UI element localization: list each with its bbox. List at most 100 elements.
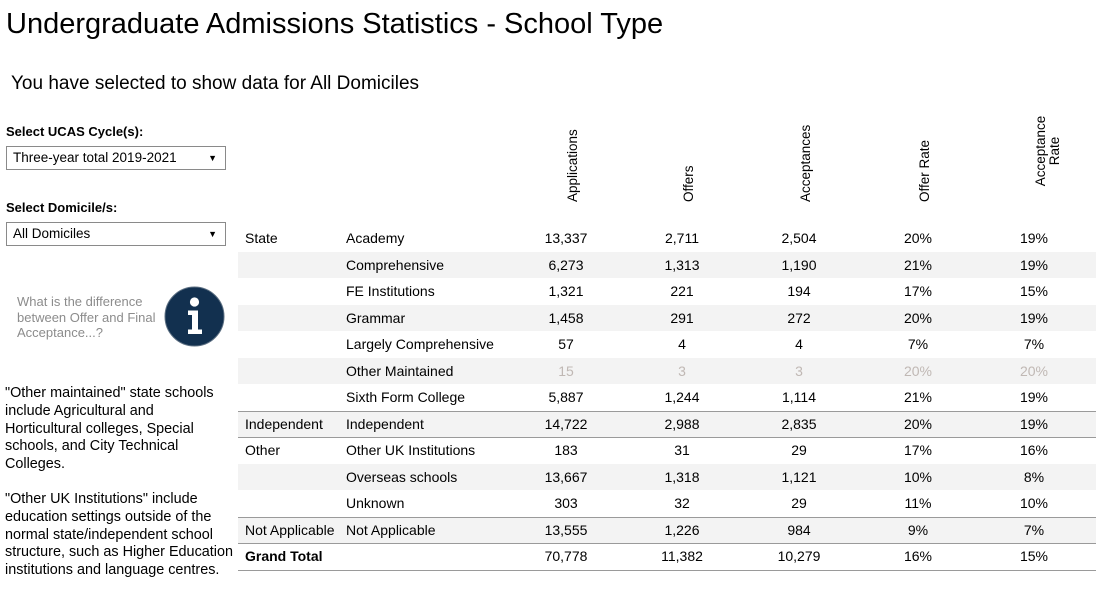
table-row: Overseas schools 13,667 1,318 1,121 10% 8%	[238, 463, 1096, 490]
value-cell-offer-rate: 20%	[903, 415, 933, 432]
page-subtitle: You have selected to show data for All D…	[11, 73, 420, 94]
note-other-uk-institutions: "Other UK Institutions" include educatio…	[5, 491, 233, 579]
group-divider	[238, 517, 1096, 518]
value-cell-acceptance-rate: 10%	[1019, 495, 1049, 511]
table-row: Other Maintained 15 3 3 20% 20%	[238, 357, 1096, 384]
value-cell-acceptance-rate: 19%	[1019, 415, 1049, 432]
value-cell-offers: 2,988	[664, 415, 700, 432]
column-header-applications: Applications	[546, 129, 586, 216]
page-title: Undergraduate Admissions Statistics - Sc…	[6, 8, 664, 40]
value-cell-acceptances: 272	[787, 309, 811, 326]
value-cell-acceptances: 984	[787, 521, 811, 538]
school-type-cell: Independent	[346, 415, 424, 432]
value-cell-offers: 291	[670, 309, 694, 326]
value-cell-offer-rate: 20%	[903, 309, 933, 326]
value-cell-acceptances: 1,190	[781, 256, 817, 273]
column-header-acceptance-rate: Acceptance Rate	[1014, 116, 1062, 216]
value-cell-acceptances: 3	[795, 362, 803, 379]
value-cell-applications: 70,778	[544, 548, 588, 564]
school-type-cell: Grammar	[346, 309, 406, 326]
value-cell-offer-rate: 10%	[903, 468, 933, 485]
value-cell-acceptance-rate: 15%	[1019, 283, 1049, 299]
column-header-label: Offer Rate	[917, 139, 932, 202]
school-group-cell: Grand Total	[245, 548, 323, 564]
table-row: Independent Independent 14,722 2,988 2,835 20…	[238, 410, 1096, 437]
value-cell-acceptances: 1,121	[781, 468, 817, 485]
value-cell-acceptance-rate: 15%	[1019, 548, 1049, 564]
value-cell-offer-rate: 20%	[903, 362, 933, 379]
value-cell-offers: 11,382	[661, 548, 703, 564]
group-divider	[238, 411, 1096, 412]
value-cell-acceptance-rate: 7%	[1023, 336, 1045, 352]
cycle-filter-label: Select UCAS Cycle(s):	[6, 124, 144, 139]
school-type-cell: Comprehensive	[346, 256, 445, 273]
table-row: Sixth Form College 5,887 1,244 1,114 21% 19%	[238, 384, 1096, 411]
value-cell-acceptance-rate: 20%	[1019, 362, 1049, 379]
column-header-label: Acceptance Rate	[1033, 115, 1062, 187]
value-cell-offer-rate: 7%	[907, 336, 929, 352]
value-cell-offer-rate: 21%	[903, 256, 933, 273]
value-cell-offer-rate: 9%	[907, 521, 929, 538]
value-cell-applications: 1,321	[548, 283, 584, 299]
value-cell-applications: 6,273	[548, 256, 584, 273]
school-type-cell: Not Applicable	[346, 521, 436, 538]
value-cell-acceptances: 194	[787, 283, 811, 299]
value-cell-acceptances: 4	[795, 336, 803, 352]
table-row: Largely Comprehensive 57 4 4 7% 7%	[238, 331, 1096, 358]
group-divider	[238, 543, 1096, 544]
value-cell-applications: 5,887	[548, 389, 584, 405]
school-type-cell: Academy	[346, 230, 405, 246]
value-cell-offers: 221	[670, 283, 694, 299]
value-cell-offer-rate: 17%	[903, 283, 933, 299]
school-type-cell: Other UK Institutions	[346, 442, 476, 458]
value-cell-acceptance-rate: 8%	[1023, 468, 1045, 485]
value-cell-offers: 3	[678, 362, 686, 379]
column-header-acceptances: Acceptances	[779, 125, 819, 216]
school-type-cell: Overseas schools	[346, 468, 458, 485]
table-bottom-divider	[238, 570, 1096, 571]
value-cell-applications: 1,458	[548, 309, 584, 326]
value-cell-offers: 1,313	[664, 256, 700, 273]
value-cell-acceptance-rate: 7%	[1023, 521, 1045, 538]
table-row: State Academy 13,337 2,711 2,504 20% 19%	[238, 225, 1096, 252]
domicile-select[interactable]: All Domiciles ▼	[6, 222, 226, 246]
table-row: FE Institutions 1,321 221 194 17% 15%	[238, 278, 1096, 305]
table-row: Unknown 303 32 29 11% 10%	[238, 490, 1096, 517]
value-cell-offers: 1,244	[664, 389, 700, 405]
value-cell-offers: 2,711	[665, 230, 699, 246]
value-cell-acceptance-rate: 19%	[1019, 256, 1049, 273]
column-header-offers: Offers	[662, 132, 702, 216]
domicile-select-value: All Domiciles	[13, 226, 91, 241]
table-row: Other Other UK Institutions 183 31 29 17% 16%	[238, 437, 1096, 464]
help-question-text[interactable]: What is the difference between Offer and…	[17, 294, 162, 341]
value-cell-offers: 31	[674, 442, 690, 458]
domicile-filter-label: Select Domicile/s:	[6, 200, 118, 215]
value-cell-offers: 4	[678, 336, 686, 352]
value-cell-offer-rate: 21%	[903, 389, 933, 405]
school-group-cell: Not Applicable	[245, 521, 335, 538]
column-header-offer-rate: Offer Rate	[898, 132, 938, 216]
cycle-select-value: Three-year total 2019-2021	[13, 150, 177, 165]
cycle-select[interactable]: Three-year total 2019-2021 ▼	[6, 146, 226, 170]
value-cell-offer-rate: 16%	[903, 548, 933, 564]
value-cell-acceptance-rate: 19%	[1019, 389, 1049, 405]
value-cell-applications: 303	[554, 495, 578, 511]
value-cell-applications: 13,555	[544, 521, 588, 538]
school-group-cell: State	[245, 230, 278, 246]
value-cell-acceptance-rate: 19%	[1019, 309, 1049, 326]
value-cell-applications: 13,667	[544, 468, 588, 485]
value-cell-offers: 32	[674, 495, 690, 511]
value-cell-applications: 57	[558, 336, 574, 352]
value-cell-acceptances: 2,504	[781, 230, 817, 246]
value-cell-acceptance-rate: 16%	[1019, 442, 1049, 458]
value-cell-applications: 14,722	[544, 415, 588, 432]
table-row: Not Applicable Not Applicable 13,555 1,226 9…	[238, 516, 1096, 543]
note-other-maintained: "Other maintained" state schools include…	[5, 385, 214, 473]
table-row: Comprehensive 6,273 1,313 1,190 21% 19%	[238, 251, 1096, 278]
info-icon[interactable]	[164, 286, 225, 347]
column-header-label: Acceptances	[798, 124, 813, 202]
value-cell-acceptances: 2,835	[781, 415, 817, 432]
value-cell-applications: 13,337	[544, 230, 588, 246]
value-cell-acceptances: 29	[791, 442, 807, 458]
school-type-cell: Largely Comprehensive	[346, 336, 494, 352]
